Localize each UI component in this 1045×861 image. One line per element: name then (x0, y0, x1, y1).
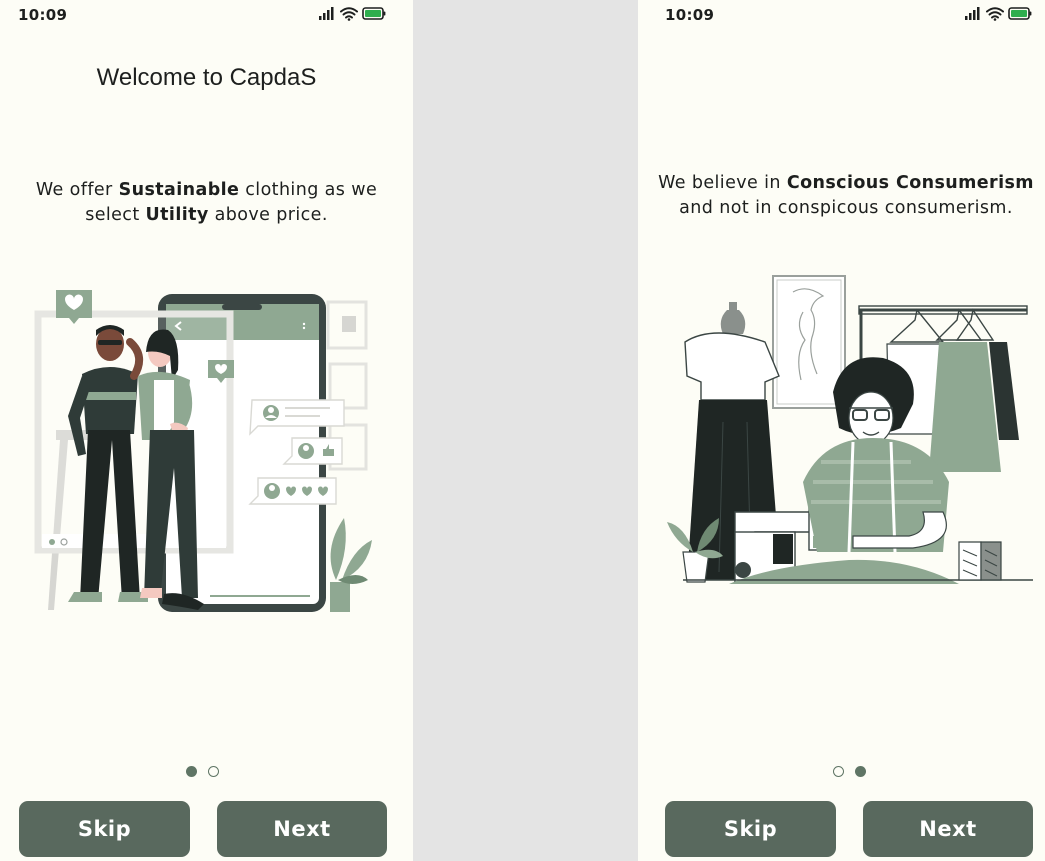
onboarding-screen-2: 10:09 We believe in Conscious Consumeris… (638, 0, 1045, 861)
signal-icon (965, 7, 980, 20)
tagline: We believe in Conscious Consumerism and … (658, 171, 1034, 221)
page-indicator (186, 766, 219, 778)
page-dot-2[interactable] (208, 766, 219, 777)
status-bar: 10:09 (638, 0, 1045, 30)
tagline: We offer Sustainable clothing as we sele… (10, 178, 403, 228)
skip-button[interactable]: Skip (665, 801, 836, 857)
page-dot-1[interactable] (186, 766, 197, 777)
status-time: 10:09 (665, 6, 715, 24)
wifi-icon (340, 7, 358, 21)
page-dot-2[interactable] (855, 766, 866, 777)
tagline-highlight: Utility (145, 205, 209, 225)
next-button[interactable]: Next (217, 801, 387, 857)
battery-icon (1008, 7, 1032, 20)
tagline-text: We believe in (658, 173, 787, 193)
status-bar: 10:09 (0, 0, 413, 30)
couple-selfie-illustration (34, 290, 372, 612)
signal-icon (319, 7, 334, 20)
tailor-sewing-illustration (667, 275, 1033, 584)
tagline-text: We offer (35, 180, 119, 200)
status-icons (319, 6, 387, 26)
page-dot-1[interactable] (833, 766, 844, 777)
status-icons (965, 6, 1033, 26)
next-button[interactable]: Next (863, 801, 1033, 857)
page-indicator (833, 766, 866, 778)
battery-icon (362, 7, 386, 20)
tagline-highlight: Sustainable (118, 180, 240, 200)
tagline-highlight: Conscious Consumerism (786, 173, 1034, 193)
wifi-icon (986, 7, 1004, 21)
tagline-text: above price. (208, 205, 328, 225)
skip-button[interactable]: Skip (19, 801, 190, 857)
tagline-text: and not in conspicous consumerism. (679, 198, 1013, 218)
welcome-title: Welcome to CapdaS (96, 64, 317, 91)
status-time: 10:09 (18, 6, 68, 24)
onboarding-screen-1: 10:09 Welcome to CapdaS We offer Sustain… (0, 0, 413, 861)
